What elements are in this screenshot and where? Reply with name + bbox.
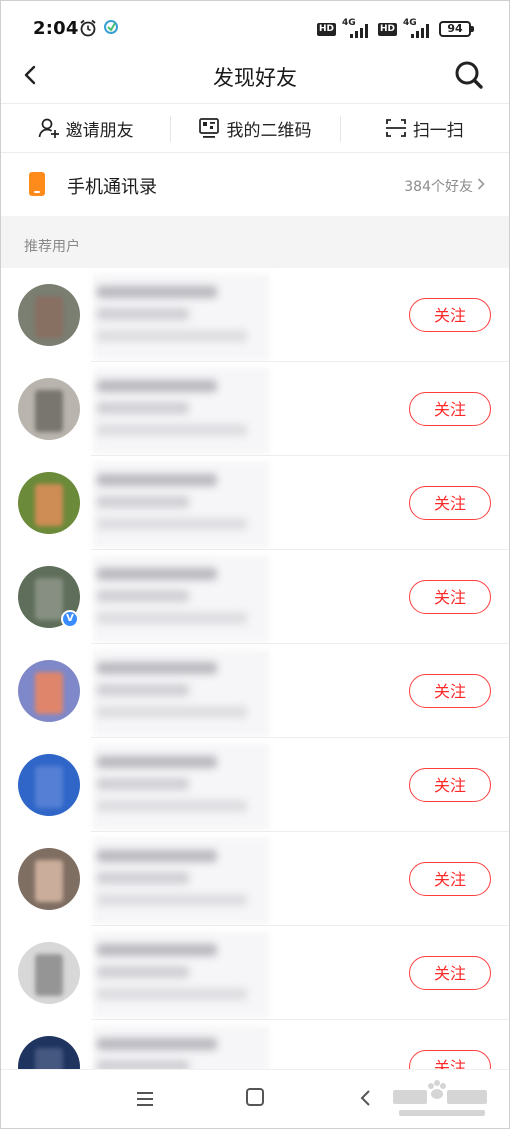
user-row[interactable]: V 关注 [1,550,509,644]
blurred-text-line [97,988,247,1000]
signal-icon: 4G [342,18,372,38]
baidu-jingyan-watermark-icon [393,1080,487,1116]
follow-button[interactable]: 关注 [409,956,491,990]
avatar[interactable] [18,660,80,722]
hd-badge: HD [316,22,336,36]
blurred-text-line [97,800,247,812]
alarm-clock-icon [80,19,96,37]
app-screen: 2:04 HD 4G HD 4G 94 发现好友 邀请朋友 我的二维码 扫一扫 … [0,0,510,1129]
hd-badge-2: HD [377,22,397,36]
scan-label: 扫一扫 [412,120,464,141]
avatar[interactable] [18,942,80,1004]
blurred-text-line [97,590,189,602]
user-row[interactable]: 关注 [1,268,509,362]
recommended-user-list: 关注 关注 关注 V 关注 关注 关注 关注 关注 关注 [1,268,509,1114]
recommended-section-header: 推荐用户 [1,216,509,268]
blurred-text-line [97,1038,217,1050]
follow-button[interactable]: 关注 [409,580,491,614]
blurred-text-line [97,684,189,696]
blurred-text-line [97,308,189,320]
user-row[interactable]: 关注 [1,738,509,832]
blurred-text-line [97,518,247,530]
qr-code-icon [199,118,220,138]
user-row[interactable]: 关注 [1,362,509,456]
avatar[interactable] [18,754,80,816]
phone-contacts-label: 手机通讯录 [67,177,157,198]
follow-button[interactable]: 关注 [409,674,491,708]
blurred-text-line [97,706,247,718]
nav-back-icon[interactable] [359,1088,373,1108]
user-row[interactable]: 关注 [1,456,509,550]
avatar[interactable] [18,472,80,534]
my-qr-code-button[interactable]: 我的二维码 [170,104,339,152]
blurred-text-line [97,380,217,392]
user-row[interactable]: 关注 [1,832,509,926]
blurred-text-line [97,612,247,624]
app-notification-icon [104,20,118,34]
follow-button[interactable]: 关注 [409,486,491,520]
signal-icon-2: 4G [403,18,433,38]
avatar[interactable] [18,284,80,346]
system-nav-bar [1,1069,509,1128]
phone-contacts-row[interactable]: 手机通讯录 384个好友 [1,154,509,216]
blurred-text-line [97,778,189,790]
menu-icon[interactable] [135,1090,155,1108]
avatar[interactable] [18,848,80,910]
page-title: 发现好友 [213,66,297,90]
blurred-text-line [97,402,189,414]
friend-count: 384个好友 [404,179,473,195]
follow-button[interactable]: 关注 [409,298,491,332]
status-time: 2:04 [33,18,79,39]
status-bar: 2:04 HD 4G HD 4G 94 [1,1,509,53]
blurred-text-line [97,894,247,906]
status-right: HD 4G HD 4G 94 [316,18,474,39]
blurred-text-line [97,966,189,978]
user-row[interactable]: 关注 [1,644,509,738]
blurred-text-line [97,424,247,436]
blurred-text-line [97,850,217,862]
blurred-text-line [97,330,247,342]
blurred-text-line [97,756,217,768]
search-icon[interactable] [453,59,485,91]
my-qr-code-label: 我的二维码 [226,120,312,141]
scan-icon [385,119,406,137]
action-row: 邀请朋友 我的二维码 扫一扫 [1,103,509,153]
blurred-text-line [97,286,217,298]
avatar[interactable] [18,378,80,440]
home-icon[interactable] [246,1088,264,1106]
section-title: 推荐用户 [24,239,80,255]
add-user-icon [38,118,59,138]
blurred-text-line [97,474,217,486]
invite-friends-button[interactable]: 邀请朋友 [1,104,170,152]
phone-icon [29,172,45,196]
battery-level: 94 [447,22,463,35]
blurred-text-line [97,662,217,674]
blurred-text-line [97,872,189,884]
blurred-text-line [97,568,217,580]
scan-button[interactable]: 扫一扫 [339,104,509,152]
blurred-text-line [97,496,189,508]
chevron-right-icon [477,178,485,190]
user-row[interactable]: 关注 [1,926,509,1020]
battery-icon: 94 [439,21,474,37]
nav-header: 发现好友 [1,53,509,101]
follow-button[interactable]: 关注 [409,392,491,426]
follow-button[interactable]: 关注 [409,768,491,802]
invite-friends-label: 邀请朋友 [65,120,134,141]
follow-button[interactable]: 关注 [409,862,491,896]
verified-badge-icon: V [61,610,79,628]
blurred-text-line [97,944,217,956]
